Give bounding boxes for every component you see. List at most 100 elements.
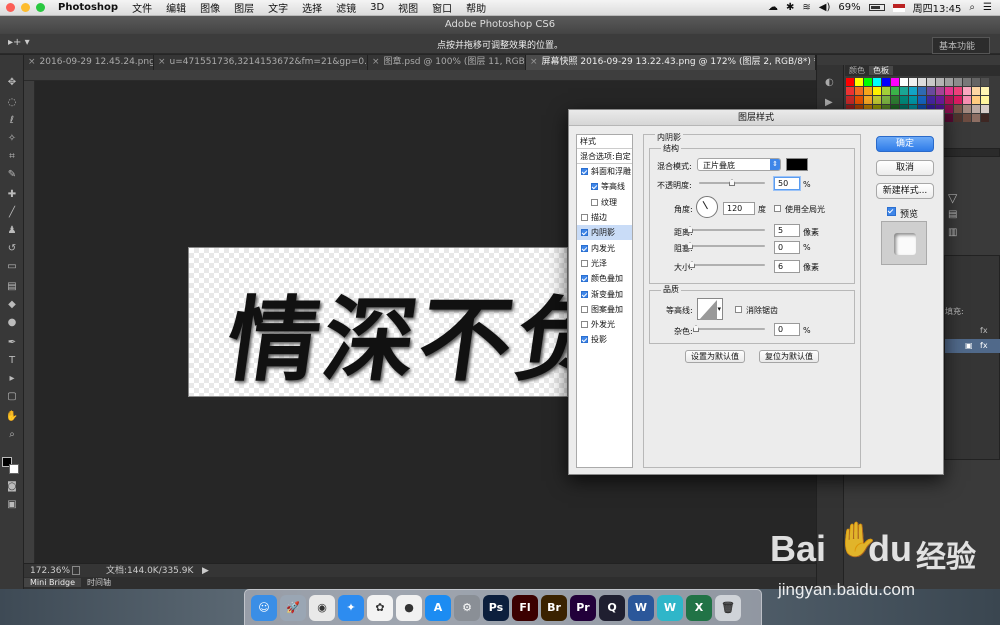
style-checkbox[interactable]	[581, 244, 588, 252]
eyedropper-icon[interactable]: ✎	[5, 169, 19, 181]
layer-fx-icon[interactable]: fx	[980, 341, 988, 350]
opacity-slider[interactable]	[699, 179, 765, 186]
style-checkbox[interactable]	[581, 305, 588, 313]
levels-icon[interactable]: ▽	[948, 191, 957, 205]
style-checkbox[interactable]	[581, 229, 588, 237]
excel-icon[interactable]: X	[686, 594, 712, 621]
color-swatch[interactable]	[936, 87, 944, 95]
quicktime-icon[interactable]: Q	[599, 594, 625, 621]
photos-icon[interactable]: ✿	[367, 594, 393, 621]
color-swatch[interactable]	[981, 96, 989, 104]
style-checkbox[interactable]	[581, 214, 588, 222]
search-icon[interactable]: ⌕	[969, 2, 975, 13]
color-swatch[interactable]	[864, 78, 872, 86]
app-menu[interactable]: Photoshop	[53, 2, 125, 13]
color-swatch[interactable]	[945, 105, 953, 113]
style-checkbox[interactable]	[581, 336, 588, 344]
color-swatch[interactable]	[954, 87, 962, 95]
menu-view[interactable]: 视图	[391, 0, 425, 15]
trash-icon[interactable]: 🗑	[715, 594, 741, 621]
status-menu-icon[interactable]: ▶	[202, 564, 209, 578]
color-swatch[interactable]	[963, 96, 971, 104]
menu-help[interactable]: 帮助	[459, 0, 493, 15]
chrome-icon[interactable]: ◉	[309, 594, 335, 621]
color-swatch[interactable]	[909, 78, 917, 86]
close-tab-icon[interactable]: ×	[530, 57, 538, 67]
color-swatch[interactable]	[891, 87, 899, 95]
quick-mask-icon[interactable]: ◙	[5, 481, 19, 493]
close-tab-icon[interactable]: ×	[372, 57, 380, 67]
screen-mode-icon[interactable]: ▣	[5, 499, 19, 511]
style-checkbox[interactable]	[581, 321, 588, 329]
style-item[interactable]: 外发光	[577, 317, 632, 332]
color-swatch[interactable]	[954, 78, 962, 86]
zoom-icon[interactable]: ⌕	[5, 429, 19, 441]
list-icon[interactable]: ☰	[983, 2, 992, 13]
color-swatch[interactable]	[972, 105, 980, 113]
blur-icon[interactable]: ◆	[5, 299, 19, 311]
angle-input[interactable]: 120	[723, 202, 755, 215]
mask-icon[interactable]: ▥	[948, 227, 957, 238]
move-icon[interactable]: ✥	[5, 77, 19, 89]
bridge-icon[interactable]: Br	[541, 594, 567, 621]
launchpad-icon[interactable]: 🚀	[280, 594, 306, 621]
size-slider[interactable]	[689, 261, 765, 268]
angle-dial[interactable]	[696, 196, 718, 218]
choke-slider[interactable]	[687, 242, 765, 249]
tab-doc-2[interactable]: × u=471551736,3214153672&fm=21&gp=0.jpg	[154, 55, 368, 70]
color-swatch[interactable]	[945, 78, 953, 86]
color-swatch[interactable]	[963, 105, 971, 113]
noise-slider[interactable]	[693, 325, 765, 332]
color-swatch[interactable]	[882, 78, 890, 86]
color-swatch[interactable]	[954, 105, 962, 113]
path-select-icon[interactable]: ▸	[5, 373, 19, 385]
tab-color[interactable]: 颜色	[845, 66, 869, 75]
safari-icon[interactable]: ✦	[338, 594, 364, 621]
cancel-button[interactable]: 取消	[876, 160, 934, 176]
zoom-window-icon[interactable]	[36, 3, 45, 12]
word-icon[interactable]: W	[628, 594, 654, 621]
color-swatch[interactable]	[954, 96, 962, 104]
wifi-icon[interactable]: ≋	[802, 2, 810, 13]
clock[interactable]: 周四13:45	[913, 0, 962, 15]
system-prefs-icon[interactable]: ⚙	[454, 594, 480, 621]
color-swatch[interactable]	[972, 114, 980, 122]
premiere-icon[interactable]: Pr	[570, 594, 596, 621]
history-brush-icon[interactable]: ↺	[5, 243, 19, 255]
color-swatch[interactable]	[846, 96, 854, 104]
color-swatch[interactable]	[981, 78, 989, 86]
color-swatch[interactable]	[972, 96, 980, 104]
color-swatch[interactable]	[972, 78, 980, 86]
style-checkbox[interactable]	[591, 183, 598, 191]
preview-checkbox[interactable]	[887, 207, 896, 216]
color-swatch[interactable]	[918, 96, 926, 104]
flash-icon[interactable]: Fl	[512, 594, 538, 621]
opacity-input[interactable]: 50	[774, 177, 800, 190]
menu-file[interactable]: 文件	[125, 0, 159, 15]
color-swatch[interactable]	[891, 96, 899, 104]
menu-3d[interactable]: 3D	[363, 2, 391, 13]
reset-default-button[interactable]: 复位为默认值	[759, 350, 819, 363]
battery-label[interactable]: 69%	[838, 2, 860, 13]
color-swatch[interactable]	[864, 87, 872, 95]
play-panel-icon[interactable]: ▶	[825, 97, 833, 108]
brush-icon[interactable]: ╱	[5, 207, 19, 219]
gradient-icon[interactable]: ▤	[5, 281, 19, 293]
contour-picker[interactable]: ▾	[697, 298, 723, 320]
dropdown-arrow-icon[interactable]: ⇕	[770, 159, 780, 170]
style-item[interactable]: 描边	[577, 210, 632, 225]
bluetooth-icon[interactable]: ✱	[786, 2, 794, 13]
menu-image[interactable]: 图像	[193, 0, 227, 15]
minimize-window-icon[interactable]	[21, 3, 30, 12]
menu-select[interactable]: 选择	[295, 0, 329, 15]
tab-doc-3[interactable]: × 图章.psd @ 100% (图层 11, RGB/...	[368, 55, 526, 70]
qq-icon[interactable]: ●	[396, 594, 422, 621]
color-swatch[interactable]	[855, 78, 863, 86]
color-swatch[interactable]	[936, 96, 944, 104]
color-swatch[interactable]	[927, 96, 935, 104]
style-item[interactable]: 渐变叠加	[577, 286, 632, 301]
crop-icon[interactable]: ⌗	[5, 151, 19, 163]
style-item[interactable]: 内阴影	[577, 225, 632, 241]
size-input[interactable]: 6	[774, 260, 800, 273]
close-tab-icon[interactable]: ×	[158, 57, 166, 67]
